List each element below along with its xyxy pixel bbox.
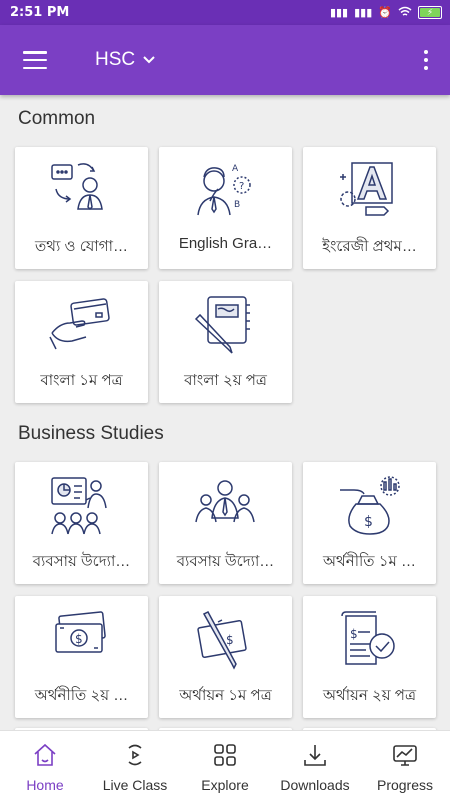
- nav-label: Explore: [201, 777, 249, 793]
- section-title-business: Business Studies: [18, 423, 164, 444]
- money-bag-icon: $: [340, 476, 400, 535]
- subject-card-finance-2[interactable]: $ অর্থায়ন ২য় পত্র: [303, 596, 436, 718]
- main-content[interactable]: Common তথ্য ও যোগা… A ? B English Gra… ই…: [0, 95, 450, 730]
- download-icon: [304, 745, 326, 766]
- bottom-navigation: Home Live Class Explore Downloads Progre…: [0, 730, 450, 801]
- nav-label: Progress: [376, 777, 434, 793]
- live-icon: [128, 744, 142, 766]
- subject-card-business-2[interactable]: ব্যবসায় উদ্যো…: [159, 462, 292, 584]
- hamburger-menu-icon[interactable]: [23, 51, 47, 69]
- subject-card-economics-2[interactable]: $ অর্থনীতি ২য় …: [15, 596, 148, 718]
- status-time: 2:51 PM: [10, 5, 70, 20]
- nav-label: Downloads: [280, 777, 350, 793]
- app-bar: HSC: [0, 25, 450, 95]
- pen-money-icon: $: [197, 611, 247, 670]
- subject-card-finance-1[interactable]: $ অর্থায়ন ১ম পত্র: [159, 596, 292, 718]
- subject-label: তথ্য ও যোগা…: [35, 238, 128, 255]
- nav-label: Live Class: [102, 777, 168, 793]
- subject-card-bangla-second[interactable]: বাংলা ২য় পত্র: [159, 281, 292, 403]
- grid-icon: [214, 744, 236, 766]
- svg-text:?: ?: [239, 181, 244, 192]
- battery-icon: ⚡: [418, 6, 442, 19]
- svg-text:A: A: [232, 164, 239, 174]
- subject-label: অর্থায়ন ১ম পত্র: [179, 687, 272, 704]
- team-icon: [195, 480, 255, 523]
- wifi-icon: [398, 6, 412, 20]
- subject-label: ব্যবসায় উদ্যো…: [32, 553, 131, 570]
- subject-label: অর্থনীতি ২য় …: [34, 687, 129, 704]
- presentation-icon: [51, 477, 107, 535]
- home-icon: [34, 743, 56, 766]
- subject-label: ব্যবসায় উদ্যো…: [176, 553, 275, 570]
- svg-text:$: $: [350, 627, 358, 641]
- approved-document-icon: $: [341, 611, 395, 665]
- subject-card-ict[interactable]: তথ্য ও যোগা…: [15, 147, 148, 269]
- notebook-pen-icon: [194, 296, 250, 354]
- letter-a-icon: [340, 162, 393, 216]
- subject-label: বাংলা ১ম পত্র: [40, 372, 123, 389]
- nav-explore[interactable]: Explore: [180, 731, 270, 801]
- alarm-icon: ⏰: [378, 6, 392, 19]
- nav-live-class[interactable]: Live Class: [90, 731, 180, 801]
- subject-label: অর্থনীতি ১ম …: [323, 553, 416, 570]
- svg-text:$: $: [226, 633, 234, 647]
- nav-home[interactable]: Home: [0, 731, 90, 801]
- subject-card-economics-1[interactable]: $ অর্থনীতি ১ম …: [303, 462, 436, 584]
- signal-icon: ▮▮▮: [329, 6, 349, 19]
- app-title: HSC: [95, 49, 136, 70]
- nav-label: Home: [26, 777, 64, 793]
- chevron-down-icon: [143, 56, 155, 64]
- subject-card-business-1[interactable]: ব্যবসায় উদ্যো…: [15, 462, 148, 584]
- subject-label: বাংলা ২য় পত্র: [184, 372, 267, 389]
- communication-icon: [51, 163, 103, 211]
- subject-label: ইংরেজী প্রথম…: [322, 238, 417, 255]
- status-icons: ▮▮▮ ▮▮▮ ⏰ ⚡: [330, 6, 442, 20]
- nav-progress[interactable]: Progress: [360, 731, 450, 801]
- subject-card-english-grammar[interactable]: A ? B English Gra…: [159, 147, 292, 269]
- more-options-icon[interactable]: [424, 50, 428, 70]
- subject-label: অর্থায়ন ২য় পত্র: [323, 687, 416, 704]
- subject-card-english-first[interactable]: ইংরেজী প্রথম…: [303, 147, 436, 269]
- subject-label: English Gra…: [178, 235, 273, 252]
- status-bar: 2:51 PM ▮▮▮ ▮▮▮ ⏰ ⚡: [0, 0, 450, 25]
- hand-card-icon: [49, 298, 110, 350]
- nav-downloads[interactable]: Downloads: [270, 731, 360, 801]
- subject-card-bangla-first[interactable]: বাংলা ১ম পত্র: [15, 281, 148, 403]
- class-selector[interactable]: HSC: [95, 49, 155, 71]
- cash-icon: $: [55, 611, 106, 653]
- svg-text:$: $: [75, 632, 83, 646]
- svg-text:$: $: [364, 514, 373, 530]
- section-title-common: Common: [18, 108, 96, 129]
- thinking-person-icon: A ? B: [197, 164, 251, 216]
- progress-icon: [393, 745, 417, 766]
- signal-icon-2: ▮▮▮: [354, 6, 373, 19]
- svg-text:B: B: [234, 200, 240, 210]
